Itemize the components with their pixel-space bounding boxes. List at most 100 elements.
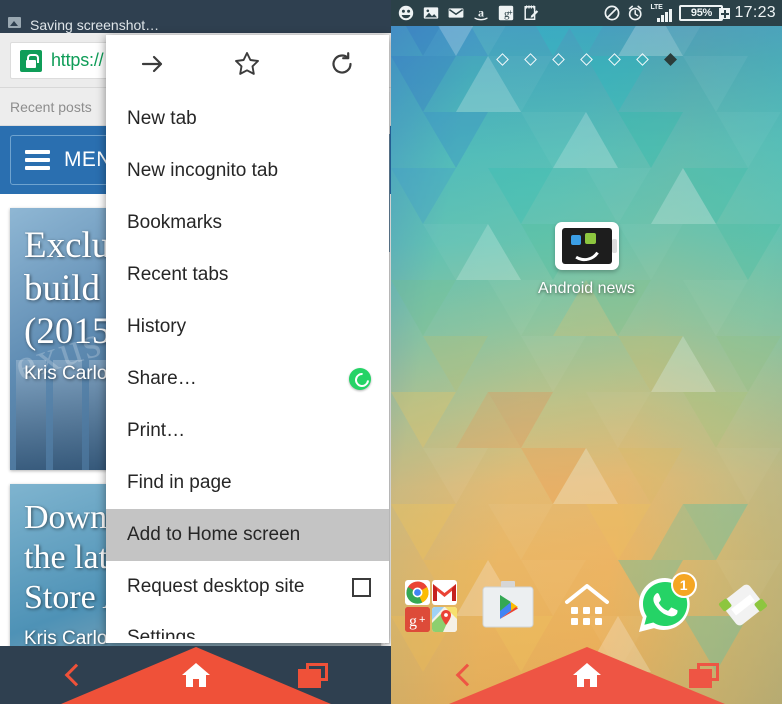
svg-text:a: a	[478, 6, 484, 20]
right-status-bar: a g + LTE 95% 17:23	[391, 0, 782, 26]
recents-icon	[689, 662, 719, 688]
page-dot[interactable]	[580, 53, 593, 66]
image-icon	[423, 5, 439, 21]
page-dot[interactable]	[496, 53, 509, 66]
app-drawer-icon	[563, 582, 611, 628]
screenshot-pair: Saving screenshot… https:// Recent posts…	[0, 0, 782, 704]
checkbox-unchecked-icon[interactable]	[352, 577, 371, 597]
menu-item-recent-tabs[interactable]: Recent tabs	[106, 249, 389, 301]
android-news-icon	[554, 222, 619, 270]
phone-icon	[717, 581, 769, 629]
recents-icon	[298, 662, 328, 688]
menu-item-new-incognito-tab[interactable]: New incognito tab	[106, 145, 389, 197]
amazon-icon: a	[473, 5, 489, 21]
menu-item-settings[interactable]: Settings	[106, 613, 389, 639]
page-indicator	[391, 53, 782, 66]
play-store-icon	[480, 579, 536, 631]
menu-item-label: Add to Home screen	[127, 524, 301, 545]
forward-icon	[139, 50, 167, 78]
whatsapp-icon: 1	[636, 572, 697, 634]
page-dot-active[interactable]	[664, 53, 677, 66]
gmail-icon	[432, 580, 458, 605]
menu-item-new-tab[interactable]: New tab	[106, 93, 389, 145]
menu-item-request-desktop-site[interactable]: Request desktop site	[106, 561, 389, 613]
dock: g + 1	[391, 564, 782, 646]
bookmark-button[interactable]	[200, 50, 294, 78]
image-icon	[8, 17, 21, 28]
back-chevron-icon	[455, 663, 479, 687]
star-icon	[233, 50, 261, 78]
battery-icon: 95%	[679, 5, 731, 21]
menu-item-add-to-home-screen[interactable]: Add to Home screen	[106, 509, 389, 561]
right-phone-screen: a g + LTE 95% 17:23 Android news g + 1	[391, 0, 782, 704]
dock-item-play-store[interactable]	[469, 579, 547, 631]
dock-item-phone[interactable]	[704, 581, 782, 629]
left-phone-screen: Saving screenshot… https:// Recent posts…	[0, 0, 391, 704]
menu-item-label: Print…	[127, 420, 186, 441]
lte-signal-icon: LTE	[650, 4, 673, 22]
back-button[interactable]	[439, 646, 495, 704]
dock-item-app-drawer[interactable]	[547, 582, 625, 628]
do-not-disturb-icon	[604, 5, 620, 21]
menu-item-print[interactable]: Print…	[106, 405, 389, 457]
home-icon	[571, 661, 603, 689]
home-button[interactable]	[552, 646, 622, 704]
notification-text: Saving screenshot…	[30, 16, 160, 33]
forward-button[interactable]	[106, 50, 200, 78]
dock-item-whatsapp[interactable]: 1	[626, 572, 704, 634]
url-text: https://	[51, 50, 104, 70]
chrome-icon	[405, 580, 431, 605]
shortcut-label: Android news	[538, 280, 635, 297]
chrome-menu-icon-row	[106, 35, 389, 93]
reload-icon	[328, 50, 356, 78]
left-status-bar	[0, 0, 391, 12]
clock: 17:23	[734, 4, 776, 21]
left-navigation-bar	[0, 646, 391, 704]
mail-icon	[448, 5, 464, 21]
battery-charging-indicator	[719, 8, 731, 19]
whatsapp-icon	[349, 368, 371, 390]
menu-item-history[interactable]: History	[106, 301, 389, 353]
home-button[interactable]	[161, 646, 231, 704]
recent-posts-label: Recent posts	[10, 98, 92, 115]
hamburger-icon	[25, 146, 50, 174]
menu-item-label: History	[127, 316, 187, 337]
google-plus-icon: g +	[498, 5, 514, 21]
notification-saving-screenshot: Saving screenshot…	[0, 12, 391, 33]
menu-item-label: Settings	[127, 627, 196, 639]
back-chevron-icon	[64, 663, 88, 687]
maps-icon	[432, 607, 458, 632]
recents-button[interactable]	[285, 646, 341, 704]
svg-text:+: +	[419, 614, 425, 626]
battery-percent: 95%	[690, 7, 713, 19]
chrome-overflow-menu: New tab New incognito tab Bookmarks Rece…	[106, 35, 389, 643]
back-button[interactable]	[48, 646, 104, 704]
recents-button[interactable]	[676, 646, 732, 704]
menu-item-label: New tab	[127, 108, 197, 129]
page-dot[interactable]	[524, 53, 537, 66]
menu-item-find-in-page[interactable]: Find in page	[106, 457, 389, 509]
menu-item-label: Bookmarks	[127, 212, 223, 233]
reload-button[interactable]	[295, 50, 389, 78]
menu-item-share[interactable]: Share…	[106, 353, 389, 405]
menu-item-label: Request desktop site	[127, 576, 305, 597]
menu-item-label: Share…	[127, 368, 197, 389]
menu-item-label: Recent tabs	[127, 264, 229, 285]
menu-item-bookmarks[interactable]: Bookmarks	[106, 197, 389, 249]
menu-item-label: New incognito tab	[127, 160, 279, 181]
alarm-icon	[627, 5, 643, 21]
page-dot[interactable]	[608, 53, 621, 66]
right-navigation-bar	[391, 646, 782, 704]
page-dot[interactable]	[552, 53, 565, 66]
lock-icon	[20, 49, 42, 72]
emoji-icon	[398, 5, 414, 21]
page-dot[interactable]	[636, 53, 649, 66]
whatsapp-badge: 1	[670, 572, 697, 598]
dock-item-google-folder[interactable]: g +	[391, 578, 469, 632]
home-icon	[180, 661, 212, 689]
svg-text:g: g	[409, 613, 417, 630]
svg-text:+: +	[508, 8, 513, 17]
google-plus-icon: g +	[405, 607, 431, 632]
menu-item-label: Find in page	[127, 472, 232, 493]
shortcut-android-news[interactable]: Android news	[391, 222, 782, 298]
